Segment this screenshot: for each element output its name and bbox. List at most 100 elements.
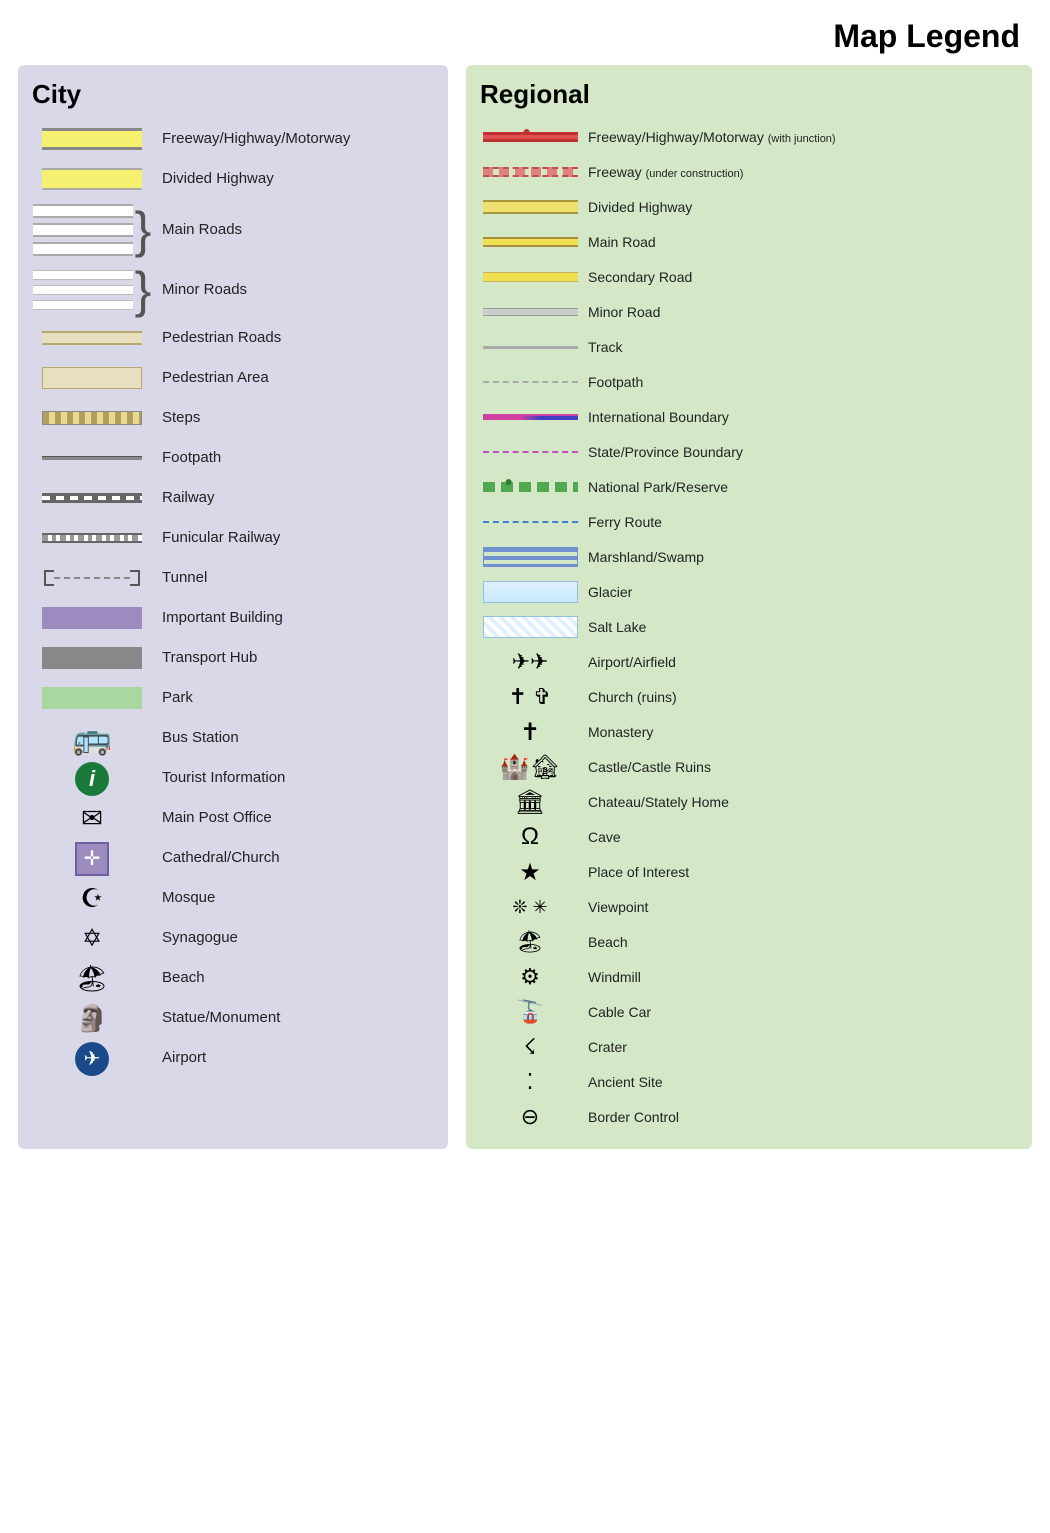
minor-roads-label: Minor Roads — [152, 280, 434, 300]
reg-border-control-icon: ⊖ — [480, 1104, 580, 1130]
reg-freeway-construction-symbol — [480, 167, 580, 177]
reg-glacier-symbol — [480, 581, 580, 603]
list-item: Track — [480, 330, 1018, 364]
reg-castle-icon: 🏰🏚 — [480, 753, 580, 782]
reg-intl-boundary-symbol — [480, 414, 580, 420]
reg-beach-icon: 🏖 — [480, 929, 580, 955]
reg-minor-road-label: Minor Road — [580, 303, 1018, 321]
reg-church-icon: ✝ ✞ — [480, 684, 580, 710]
reg-glacier-label: Glacier — [580, 583, 1018, 601]
reg-salt-lake-label: Salt Lake — [580, 618, 1018, 636]
reg-footpath-symbol — [480, 381, 580, 383]
reg-freeway-construction-label: Freeway (under construction) — [580, 163, 1018, 181]
list-item: Main Road — [480, 225, 1018, 259]
reg-chateau-label: Chateau/Stately Home — [580, 793, 1018, 811]
steps-symbol — [32, 411, 152, 425]
footpath-symbol — [32, 456, 152, 460]
freeway-label: Freeway/Highway/Motorway — [152, 129, 434, 149]
main-roads-symbol: } — [32, 204, 152, 256]
reg-church-label: Church (ruins) — [580, 688, 1018, 706]
pedestrian-area-label: Pedestrian Area — [152, 368, 434, 388]
tourist-info-icon: i — [32, 761, 152, 796]
important-building-label: Important Building — [152, 608, 434, 628]
list-item: 🚌 Bus Station — [32, 719, 434, 757]
post-office-icon: ✉ — [32, 803, 152, 834]
list-item: Minor Road — [480, 295, 1018, 329]
reg-intl-boundary-label: International Boundary — [580, 408, 1018, 426]
page-title: Map Legend — [0, 0, 1050, 65]
reg-castle-label: Castle/Castle Ruins — [580, 758, 1018, 776]
list-item: ✈ Airport — [32, 1039, 434, 1077]
footpath-label: Footpath — [152, 448, 434, 468]
list-item: ⁚ Ancient Site — [480, 1065, 1018, 1099]
list-item: Freeway (under construction) — [480, 155, 1018, 189]
reg-crater-label: Crater — [580, 1038, 1018, 1056]
list-item: Steps — [32, 399, 434, 437]
reg-salt-lake-symbol — [480, 616, 580, 638]
reg-border-control-label: Border Control — [580, 1108, 1018, 1126]
statue-label: Statue/Monument — [152, 1008, 434, 1028]
reg-track-label: Track — [580, 338, 1018, 356]
list-item: ✡ Synagogue — [32, 919, 434, 957]
reg-beach-label: Beach — [580, 933, 1018, 951]
freeway-symbol — [32, 128, 152, 150]
reg-state-boundary-symbol — [480, 451, 580, 453]
reg-ferry-symbol — [480, 521, 580, 523]
reg-marshland-label: Marshland/Swamp — [580, 548, 1018, 566]
list-item: i Tourist Information — [32, 759, 434, 797]
park-label: Park — [152, 688, 434, 708]
pedestrian-area-symbol — [32, 367, 152, 389]
list-item: ★ Place of Interest — [480, 855, 1018, 889]
list-item: ✝ Monastery — [480, 715, 1018, 749]
regional-panel: Regional ● Freeway/Highway/Motorway (wit… — [466, 65, 1032, 1149]
list-item: Secondary Road — [480, 260, 1018, 294]
list-item: 🗿 Statue/Monument — [32, 999, 434, 1037]
tunnel-symbol — [32, 568, 152, 588]
reg-cave-icon: Ω — [480, 823, 580, 851]
list-item: Freeway/Highway/Motorway — [32, 120, 434, 158]
reg-cable-car-label: Cable Car — [580, 1003, 1018, 1021]
bus-station-label: Bus Station — [152, 728, 434, 748]
reg-airport-icon: ✈✈ — [480, 649, 580, 675]
railway-label: Railway — [152, 488, 434, 508]
list-item: Transport Hub — [32, 639, 434, 677]
reg-viewpoint-icon: ❊ ✳ — [480, 897, 580, 918]
list-item: Divided Highway — [480, 190, 1018, 224]
reg-nat-park-symbol: ● — [480, 477, 580, 497]
reg-freeway-symbol: ● — [480, 129, 580, 145]
important-building-symbol — [32, 607, 152, 629]
cathedral-icon: ✛ — [32, 840, 152, 876]
synagogue-label: Synagogue — [152, 928, 434, 948]
cathedral-label: Cathedral/Church — [152, 848, 434, 868]
list-item: 🏛 Chateau/Stately Home — [480, 785, 1018, 819]
list-item: Ω Cave — [480, 820, 1018, 854]
list-item: International Boundary — [480, 400, 1018, 434]
reg-windmill-icon: ⚙ — [480, 964, 580, 990]
reg-ancient-site-label: Ancient Site — [580, 1073, 1018, 1091]
list-item: Park — [32, 679, 434, 717]
list-item: } Main Roads — [32, 200, 434, 260]
reg-secondary-road-symbol — [480, 272, 580, 282]
list-item: ● National Park/Reserve — [480, 470, 1018, 504]
bus-station-icon: 🚌 — [32, 719, 152, 757]
list-item: ☇ Crater — [480, 1030, 1018, 1064]
reg-state-boundary-label: State/Province Boundary — [580, 443, 1018, 461]
reg-place-interest-icon: ★ — [480, 858, 580, 887]
divided-symbol — [32, 168, 152, 190]
list-item: State/Province Boundary — [480, 435, 1018, 469]
list-item: Pedestrian Roads — [32, 319, 434, 357]
list-item: Pedestrian Area — [32, 359, 434, 397]
transport-hub-symbol — [32, 647, 152, 669]
list-item: Footpath — [480, 365, 1018, 399]
funicular-label: Funicular Railway — [152, 528, 434, 548]
reg-windmill-label: Windmill — [580, 968, 1018, 986]
list-item: ✈✈ Airport/Airfield — [480, 645, 1018, 679]
city-panel: City Freeway/Highway/Motorway Divided Hi… — [18, 65, 448, 1149]
airport-city-label: Airport — [152, 1048, 434, 1068]
mosque-icon: ☪ — [32, 883, 152, 914]
reg-monastery-icon: ✝ — [480, 718, 580, 747]
post-office-label: Main Post Office — [152, 808, 434, 828]
beach-label: Beach — [152, 968, 434, 988]
reg-track-symbol — [480, 346, 580, 349]
reg-freeway-label: Freeway/Highway/Motorway (with junction) — [580, 128, 1018, 146]
